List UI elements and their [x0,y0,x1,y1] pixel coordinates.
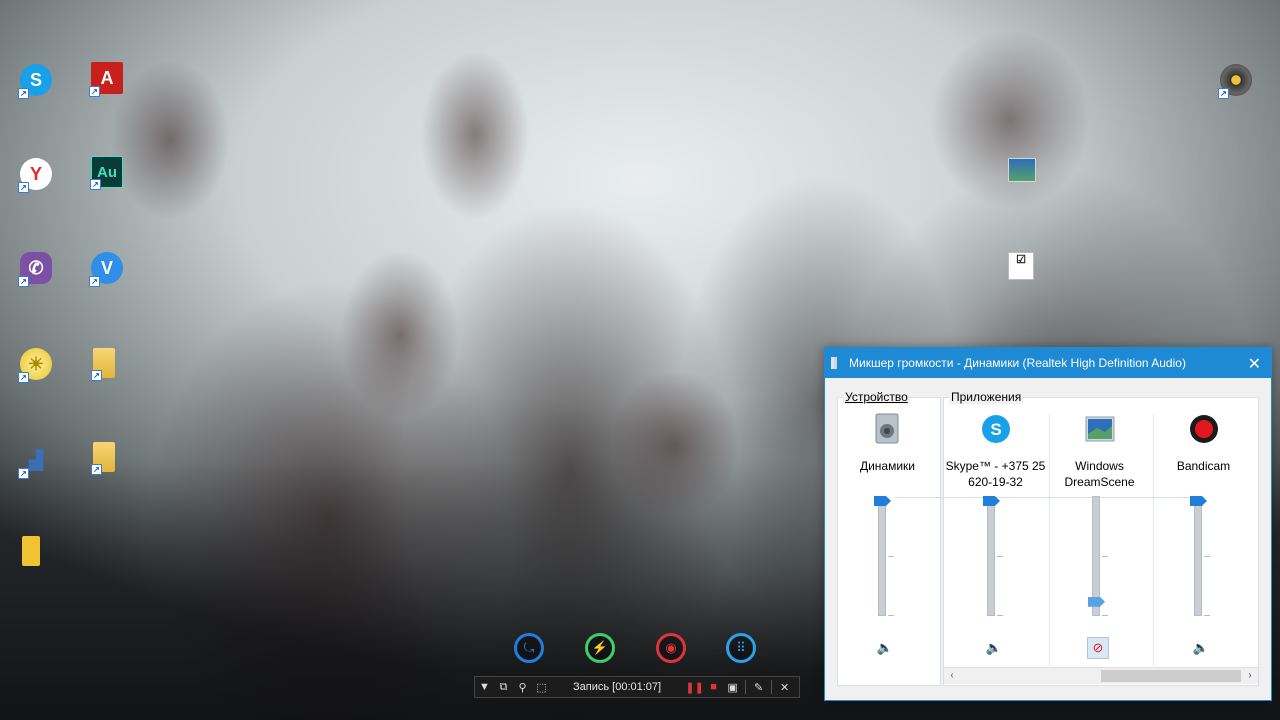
mixer-title-bar[interactable]: Микшер громкости - Динамики (Realtek Hig… [825,348,1271,378]
slider-tick [1204,556,1210,557]
v-app-glyph: V [100,257,113,278]
shortcut-arrow-icon: ↗ [1218,88,1229,99]
viber-glyph: ✆ [28,257,44,278]
level-link-line [895,497,1205,498]
wallpaper-hand [110,60,230,220]
mute-button[interactable]: 🔈 [983,637,1005,659]
shortcut-arrow-icon: ↗ [18,468,29,479]
volume-slider-track[interactable] [878,496,886,616]
toolbar-divider [771,680,773,694]
mute-button[interactable]: 🔈 [1190,637,1212,659]
slider-tick [888,556,894,557]
skype-icon: S [981,414,1011,444]
slider-tick [997,615,1003,616]
checkbox-desktop-icon[interactable]: ☑ [1008,252,1034,280]
radiation-app-desktop-icon[interactable]: ↗ [1218,64,1252,99]
channel-dreamscene: Windows DreamScene [1047,414,1152,490]
mute-button[interactable]: 🔈 [874,637,896,659]
shortcut-arrow-icon: ↗ [18,88,29,99]
pencil-icon[interactable]: ✎ [749,681,768,694]
scroll-left-button[interactable]: ‹ [944,668,960,684]
skype-glyph: S [29,69,42,90]
recording-status: Запись [00:01:07] [573,681,662,693]
wallpaper-hand [420,50,530,220]
shortcut-arrow-icon: ↗ [18,372,29,383]
close-button[interactable]: ✕ [1248,354,1261,374]
apps-group-label: Приложения [949,390,1024,404]
sun-app-glyph: ☀ [27,353,45,374]
stairs-app-glyph: ▟ [29,449,43,470]
volume-slider-track[interactable] [987,496,995,616]
shortcut-arrow-icon: ↗ [18,276,29,287]
folder-desktop-icon[interactable]: ↗ [91,348,115,381]
mute-button[interactable]: ⊘ [1087,637,1109,659]
adobe-acrobat-desktop-icon[interactable]: A ↗ [89,62,123,97]
bandicam-record-bar: ▼ ⧉ ⚲ ⬚ Запись [00:01:07] ❚❚ ■ ▣ ✎ ✕ [474,676,800,698]
slider-tick [888,615,894,616]
horizontal-scrollbar[interactable]: ‹ › [944,667,1258,684]
volume-mixer-window: Микшер громкости - Динамики (Realtek Hig… [824,347,1272,701]
wallpaper-hand [340,250,460,420]
camera-icon[interactable]: ▣ [723,681,742,694]
bandicam-screen-mode-icon[interactable]: ◉ [656,633,686,663]
channel-skype: S Skype™ - +375 25 620-19-32 [943,414,1048,490]
chevron-down-icon[interactable]: ▼ [475,681,494,693]
bandicam-game-mode-icon[interactable]: ⚡ [585,633,615,663]
slider-tick [997,556,1003,557]
adobe-audition-desktop-icon[interactable]: Au ↗ [90,156,123,190]
skype-desktop-icon[interactable]: S ↗ [18,64,52,99]
dreamscene-icon [1085,414,1115,444]
acrobat-glyph: A [100,67,114,88]
channel-name: Динамики [859,459,916,473]
channel-bandicam: Bandicam [1151,414,1256,474]
stop-icon[interactable]: ■ [704,681,723,693]
shortcut-arrow-icon: ↗ [18,182,29,193]
mixer-title: Микшер громкости - Динамики (Realtek Hig… [849,356,1186,370]
wallpaper-hand [610,370,740,520]
slider-tick [1204,615,1210,616]
speaker-device-icon [873,413,903,444]
search-icon[interactable]: ⚲ [513,681,532,694]
wallpaper-hand [930,30,1090,210]
bandicam-record-icon [1189,414,1219,444]
viber-desktop-icon[interactable]: ✆ ↗ [18,252,52,287]
toolbar-divider [745,680,747,694]
muted-speaker-icon: ⊘ [1092,640,1104,655]
close-icon[interactable]: ✕ [775,681,794,694]
mixer-body: Устройство Приложения Динамики S Skype™ … [825,378,1271,700]
slider-tick [1102,556,1108,557]
volume-slider-track[interactable] [1194,496,1202,616]
yandex-glyph: Y [29,163,42,184]
channel-name: Windows DreamScene [1064,459,1135,489]
file-desktop-icon[interactable] [22,536,40,566]
shortcut-arrow-icon: ↗ [90,179,101,190]
scrollbar-thumb[interactable] [1101,670,1241,682]
channel-speakers: Динамики [835,413,940,474]
bandicam-webcam-mode-icon[interactable]: ⠿ [726,633,756,663]
pause-icon[interactable]: ❚❚ [685,681,704,694]
slider-tick [1102,615,1108,616]
yandex-desktop-icon[interactable]: Y ↗ [18,158,52,193]
window-mode-icon[interactable]: ⧉ [494,681,513,694]
shortcut-arrow-icon: ↗ [91,464,102,475]
dreamscene-desktop-icon[interactable] [1008,158,1036,182]
stairs-app-desktop-icon[interactable]: ▟ ↗ [18,444,52,479]
audition-glyph: Au [97,163,117,181]
shortcut-arrow-icon: ↗ [89,276,100,287]
region-select-icon[interactable]: ⬚ [532,681,551,694]
v-app-desktop-icon[interactable]: V ↗ [89,252,123,287]
speaker-icon [831,357,841,369]
sun-app-desktop-icon[interactable]: ☀ ↗ [18,348,52,383]
shortcut-arrow-icon: ↗ [91,370,102,381]
scroll-right-button[interactable]: › [1242,668,1258,684]
svg-text:S: S [990,420,1001,439]
shortcut-arrow-icon: ↗ [89,86,100,97]
bandicam-device-mode-icon[interactable]: ⤿ [514,633,544,663]
folder-desktop-icon[interactable]: ↗ [91,442,115,475]
channel-name: Bandicam [1176,459,1231,473]
device-group-label: Устройство [843,390,910,404]
channel-name: Skype™ - +375 25 620-19-32 [945,459,1046,489]
